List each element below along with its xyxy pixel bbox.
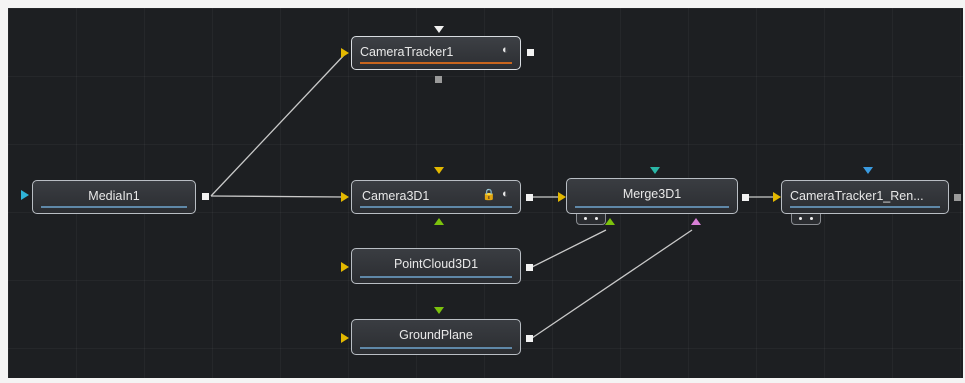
camera3d-top-input-triangle[interactable] bbox=[434, 167, 444, 174]
node-status-bar bbox=[575, 206, 729, 208]
wire-mediain-to-cameratracker[interactable] bbox=[210, 52, 347, 197]
mediain-input-triangle[interactable] bbox=[21, 190, 29, 200]
half-circle-icon[interactable]: ◐ bbox=[502, 188, 509, 200]
pointcloud-input-triangle[interactable] bbox=[341, 262, 349, 272]
cameratracker-top-input-triangle[interactable] bbox=[434, 26, 444, 33]
node-label: GroundPlane bbox=[399, 328, 473, 342]
render-top-input-triangle[interactable] bbox=[863, 167, 873, 174]
node-status-bar bbox=[360, 347, 512, 349]
camera3d-input-triangle[interactable] bbox=[341, 192, 349, 202]
merge3d-top-input-triangle[interactable] bbox=[650, 167, 660, 174]
node-editor-canvas[interactable]: MediaIn1 CameraTracker1 ◐ Camera3D1 🔒 ◐ … bbox=[8, 8, 963, 378]
merge3d-extra-inputs-tab[interactable] bbox=[576, 214, 606, 225]
half-circle-icon[interactable]: ◐ bbox=[502, 44, 509, 56]
lock-icon[interactable]: 🔒 bbox=[482, 188, 496, 201]
cameratracker-bottom-port[interactable] bbox=[435, 76, 442, 83]
merge3d-green-input-triangle[interactable] bbox=[605, 218, 615, 225]
wire-pointcloud-to-merge3d[interactable] bbox=[531, 229, 607, 268]
render-input-triangle[interactable] bbox=[773, 192, 781, 202]
node-status-bar bbox=[360, 206, 512, 208]
tracker-status-bar bbox=[360, 62, 512, 64]
merge3d-pink-input-triangle[interactable] bbox=[691, 218, 701, 225]
pointcloud-output-port[interactable] bbox=[526, 264, 533, 271]
node-label: CameraTracker1_Ren... bbox=[790, 189, 924, 203]
node-status-bar bbox=[360, 276, 512, 278]
camera3d-output-port[interactable] bbox=[526, 194, 533, 201]
node-cameratracker1[interactable]: CameraTracker1 ◐ bbox=[351, 36, 521, 70]
groundplane-output-port[interactable] bbox=[526, 335, 533, 342]
render-extra-inputs-tab[interactable] bbox=[791, 214, 821, 225]
node-merge3d1[interactable]: Merge3D1 bbox=[566, 178, 738, 214]
wire-mediain-to-camera3d[interactable] bbox=[210, 195, 345, 198]
mediain-output-port[interactable] bbox=[202, 193, 209, 200]
node-camera3d1[interactable]: Camera3D1 🔒 ◐ bbox=[351, 180, 521, 214]
merge3d-input-triangle[interactable] bbox=[558, 192, 566, 202]
node-label: CameraTracker1 bbox=[360, 45, 454, 59]
node-status-bar bbox=[41, 206, 187, 208]
wire-groundplane-to-merge3d[interactable] bbox=[531, 229, 693, 339]
node-label: MediaIn1 bbox=[88, 189, 140, 203]
groundplane-input-triangle[interactable] bbox=[341, 333, 349, 343]
node-pointcloud3d1[interactable]: PointCloud3D1 bbox=[351, 248, 521, 284]
merge3d-output-port[interactable] bbox=[742, 194, 749, 201]
node-groundplane[interactable]: GroundPlane bbox=[351, 319, 521, 355]
groundplane-top-input-triangle[interactable] bbox=[434, 307, 444, 314]
node-label: PointCloud3D1 bbox=[393, 257, 479, 271]
render-output-port[interactable] bbox=[954, 194, 961, 201]
node-cameratracker1-render[interactable]: CameraTracker1_Ren... bbox=[781, 180, 949, 214]
cameratracker-input-triangle[interactable] bbox=[341, 48, 349, 58]
node-label: Merge3D1 bbox=[622, 187, 682, 201]
camera3d-bottom-input-triangle[interactable] bbox=[434, 218, 444, 225]
cameratracker-output-port[interactable] bbox=[527, 49, 534, 56]
node-status-bar bbox=[790, 206, 940, 208]
node-mediain1[interactable]: MediaIn1 bbox=[32, 180, 196, 214]
